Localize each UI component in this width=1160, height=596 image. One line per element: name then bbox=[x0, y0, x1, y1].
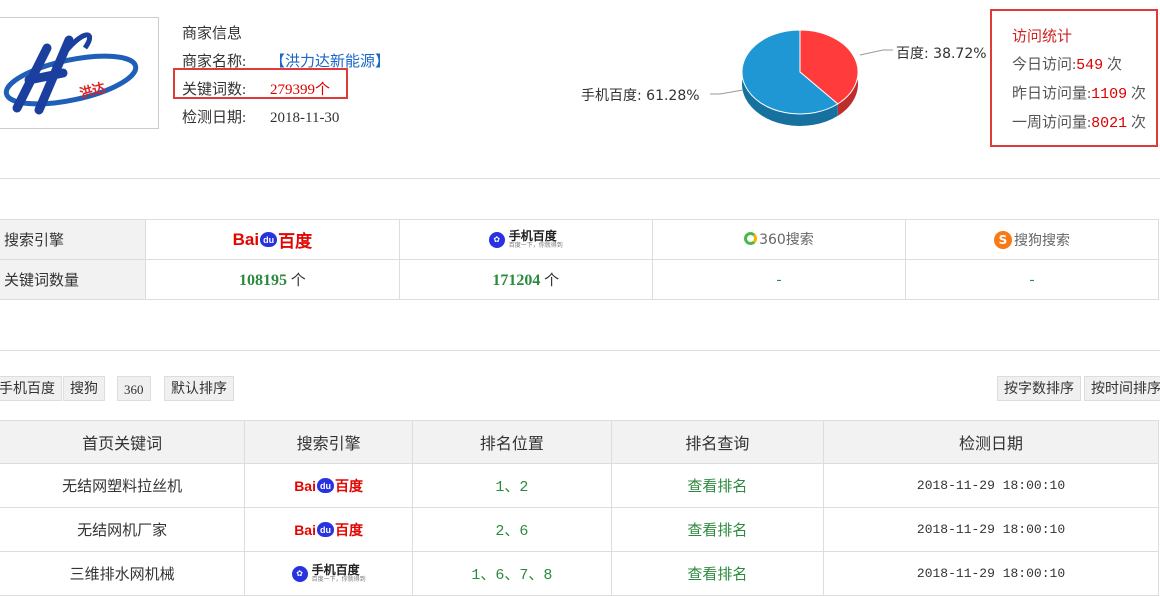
row-engine: Bai du 百度 bbox=[244, 507, 413, 552]
filter-360-button[interactable]: 360 bbox=[117, 376, 151, 401]
mobile-baidu-logo-sub: 百度一下，你就得到 bbox=[508, 242, 563, 249]
keyword-rank-table: 首页关键词 搜索引擎 排名位置 排名查询 检测日期 无结网塑料拉丝机 Bai du… bbox=[0, 420, 1159, 596]
table-row: 无结网塑料拉丝机 Bai du 百度 1、2 查看排名 2018-11-29 18:… bbox=[0, 463, 1159, 508]
check-date-value: 2018-11-30 bbox=[270, 110, 340, 126]
sogou-s-icon: S bbox=[994, 230, 1012, 249]
row-engine: Bai du 百度 bbox=[244, 463, 413, 508]
pie-leader-mobile bbox=[710, 89, 744, 95]
merchant-logo: 洪达 bbox=[0, 17, 159, 129]
merchant-section-label: 商家信息 bbox=[182, 26, 243, 42]
mobile-baidu-logo-title: 手机百度 bbox=[508, 229, 557, 243]
default-sort-button[interactable]: 默认排序 bbox=[164, 376, 234, 401]
week-visits-value: 8021 bbox=[1091, 115, 1128, 132]
row-rank: 1、6、7、8 bbox=[411, 551, 612, 596]
engine-mobile-baidu: ✿ 手机百度 百度一下，你就得到 bbox=[398, 219, 653, 260]
engine-baidu: Bai du 百度 bbox=[145, 219, 400, 260]
week-visits-unit: 次 bbox=[1127, 115, 1146, 131]
logo-sogou-text: 搜狗搜索 bbox=[1014, 232, 1070, 249]
mobile-baidu-count-unit: 个 bbox=[540, 273, 560, 289]
mobile-baidu-logo-title: 手机百度 bbox=[311, 562, 360, 577]
row-date: 2018-11-29 18:00:10 bbox=[823, 507, 1159, 552]
view-rank-link[interactable]: 查看排名 bbox=[610, 507, 825, 552]
sort-by-time-button[interactable]: 按时间排序 bbox=[1084, 376, 1160, 401]
filter-mobile-baidu-button[interactable]: 手机百度 bbox=[0, 376, 62, 401]
logo-360: 360搜索 bbox=[744, 229, 814, 249]
col-date: 检测日期 bbox=[823, 420, 1159, 464]
engine-sogou: S 搜狗搜索 bbox=[905, 219, 1159, 260]
row-rank: 2、6 bbox=[411, 507, 612, 552]
col-engine: 搜索引擎 bbox=[244, 420, 413, 464]
col-keyword: 首页关键词 bbox=[0, 420, 246, 464]
pie-label-mobile-baidu: 手机百度: 61.28% bbox=[581, 88, 700, 104]
engine-share-pie: 百度: 38.72% 手机百度: 61.28% bbox=[560, 20, 1010, 140]
row-keyword: 无结网机厂家 bbox=[0, 507, 246, 552]
engine-360: 360搜索 bbox=[651, 219, 907, 260]
today-visits-value: 549 bbox=[1076, 57, 1104, 74]
keyword-count-row-header: 关键词数量 bbox=[0, 259, 147, 300]
baidu-logo: Bai du 百度 bbox=[294, 521, 363, 538]
engine-keyword-table: 搜索引擎 Bai du 百度 ✿ 手机百度 百度一下，你就得到 360搜索 S 搜狗搜… bbox=[0, 219, 1159, 300]
mobile-baidu-keyword-count: 171204 bbox=[492, 272, 541, 289]
pie-label-baidu: 百度: 38.72% bbox=[896, 46, 987, 62]
yesterday-visits-value: 1109 bbox=[1091, 86, 1128, 103]
table-row: 三维排水网机械 ✿ 手机百度 百度一下，你就得到 1、6、7、8 查看排名 20… bbox=[0, 551, 1159, 596]
baidu-count-unit: 个 bbox=[286, 273, 306, 289]
engine-row: 搜索引擎 Bai du 百度 ✿ 手机百度 百度一下，你就得到 360搜索 S 搜狗搜… bbox=[0, 219, 1159, 260]
today-visits-label: 今日访问: bbox=[1012, 57, 1077, 73]
view-rank-link[interactable]: 查看排名 bbox=[610, 463, 825, 508]
section-divider bbox=[0, 350, 1160, 351]
mobile-baidu-logo: ✿ 手机百度 百度一下，你就得到 bbox=[488, 229, 563, 250]
row-keyword: 无结网塑料拉丝机 bbox=[0, 463, 246, 508]
row-engine: ✿ 手机百度 百度一下，你就得到 bbox=[244, 551, 413, 596]
filter-sogou-button[interactable]: 搜狗 bbox=[63, 376, 105, 401]
visit-stats-title: 访问统计 bbox=[1012, 29, 1073, 45]
keyword-highlight-box bbox=[173, 68, 348, 99]
section-divider bbox=[0, 178, 1160, 179]
engine-row-header: 搜索引擎 bbox=[0, 219, 147, 260]
keyword-count-row: 关键词数量 108195 个 171204 个 - - bbox=[0, 259, 1159, 300]
today-visits-unit: 次 bbox=[1103, 57, 1122, 73]
360-keyword-count: - bbox=[776, 271, 782, 288]
pie-leader-baidu bbox=[859, 49, 893, 56]
pie-chart-svg bbox=[710, 29, 893, 127]
baidu-keyword-count: 108195 bbox=[238, 272, 287, 289]
360-ring-icon bbox=[744, 232, 758, 246]
logo-360-text: 360搜索 bbox=[759, 231, 814, 248]
mobile-baidu-logo: ✿ 手机百度 百度一下，你就得到 bbox=[291, 562, 366, 584]
visit-stats-panel: 访问统计 今日访问:549 次 昨日访问量:1109 次 一周访问量:8021 … bbox=[990, 9, 1158, 147]
row-date: 2018-11-29 18:00:10 bbox=[823, 463, 1159, 508]
logo-sogou: S 搜狗搜索 bbox=[994, 230, 1070, 250]
col-rank: 排名位置 bbox=[411, 420, 612, 464]
row-rank: 1、2 bbox=[411, 463, 612, 508]
sort-by-chars-button[interactable]: 按字数排序 bbox=[997, 376, 1081, 401]
row-keyword: 三维排水网机械 bbox=[0, 551, 246, 596]
row-date: 2018-11-29 18:00:10 bbox=[823, 551, 1159, 596]
baidu-logo: Bai du 百度 bbox=[294, 477, 363, 494]
table-row: 无结网机厂家 Bai du 百度 2、6 查看排名 2018-11-29 18:00… bbox=[0, 507, 1159, 552]
col-query: 排名查询 bbox=[610, 420, 825, 464]
mobile-baidu-logo-sub: 百度一下，你就得到 bbox=[311, 575, 366, 583]
week-visits-label: 一周访问量: bbox=[1012, 115, 1092, 131]
yesterday-visits-unit: 次 bbox=[1127, 86, 1146, 102]
baidu-logo: Bai du 百度 bbox=[232, 229, 313, 252]
logo-text: 洪达 bbox=[78, 80, 107, 102]
sogou-keyword-count: - bbox=[1029, 271, 1035, 288]
rank-table-header: 首页关键词 搜索引擎 排名位置 排名查询 检测日期 bbox=[0, 420, 1159, 464]
yesterday-visits-label: 昨日访问量: bbox=[1012, 86, 1092, 102]
check-date-label: 检测日期: bbox=[182, 110, 247, 126]
merchant-logo-graphic: 洪达 bbox=[3, 32, 139, 115]
view-rank-link[interactable]: 查看排名 bbox=[610, 551, 825, 596]
